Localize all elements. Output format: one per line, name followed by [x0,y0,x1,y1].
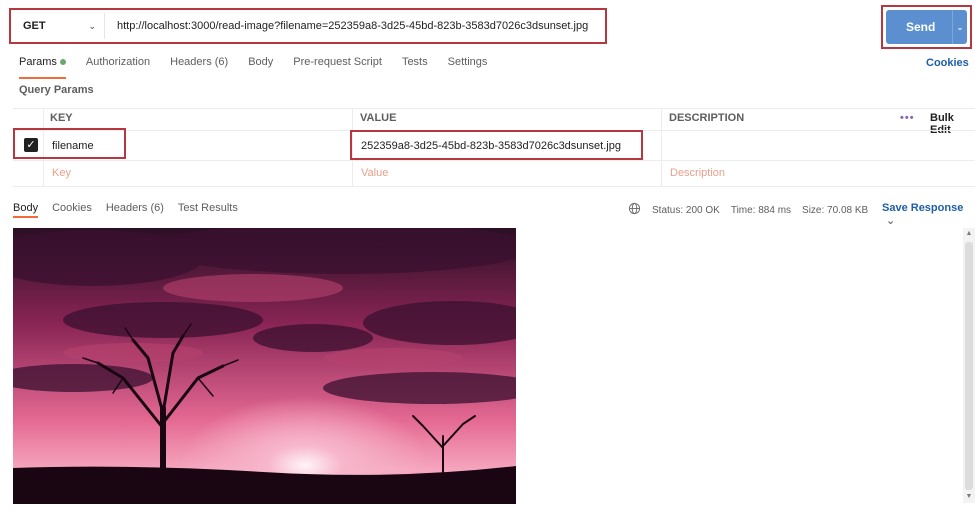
query-params-title: Query Params [19,84,94,96]
resp-tab-cookies[interactable]: Cookies [52,202,92,214]
chevron-down-icon: ⌄ [88,20,96,31]
cookies-link[interactable]: Cookies [926,57,969,69]
tab-pre-request-script[interactable]: Pre-request Script [293,56,382,76]
tab-body[interactable]: Body [248,56,273,76]
url-bar: GET ⌄ http://localhost:3000/read-image?f… [9,8,607,44]
more-options-icon[interactable]: ••• [900,112,915,124]
tab-authorization[interactable]: Authorization [86,56,150,76]
status-text: Status: 200 OK [652,204,720,216]
response-status-bar: Status: 200 OK Time: 884 ms Size: 70.08 … [628,202,879,218]
col-divider [661,108,662,186]
params-active-dot-icon [59,59,66,66]
scroll-up-icon[interactable]: ▲ [963,228,975,240]
key-column-header: KEY [50,112,73,124]
tab-settings[interactable]: Settings [448,56,488,76]
value-placeholder[interactable]: Value [361,167,388,179]
key-placeholder[interactable]: Key [52,167,71,179]
time-text: Time: 884 ms [730,204,792,216]
scroll-thumb[interactable] [965,242,973,490]
table-row-divider [13,160,975,161]
resp-tab-headers[interactable]: Headers (6) [106,202,164,214]
method-label: GET [23,20,46,32]
url-input[interactable]: http://localhost:3000/read-image?filenam… [105,20,588,32]
param-key[interactable]: filename [52,140,94,152]
response-image [0,222,543,504]
scroll-down-icon[interactable]: ▼ [963,491,975,503]
size-text: Size: 70.08 KB [802,204,869,216]
param-value[interactable]: 252359a8-3d25-45bd-823b-3583d7026c3dsuns… [361,140,621,152]
table-bottom-divider [13,186,975,187]
method-select[interactable]: GET ⌄ [11,13,105,39]
tab-params-label: Params [19,56,57,68]
send-button-wrapper: Send ⌄ [881,5,972,49]
resp-tab-body[interactable]: Body [13,202,39,218]
save-response-label: Save Response [882,202,964,214]
send-button[interactable]: Send ⌄ [886,10,967,44]
response-tabs: Body Cookies Headers (6) Test Results [13,202,252,218]
params-table-header: KEY VALUE DESCRIPTION ••• Bulk Edit [0,110,975,136]
send-dropdown-chevron-icon[interactable]: ⌄ [952,10,967,44]
tab-tests[interactable]: Tests [402,56,428,76]
response-scrollbar[interactable]: ▲ ▼ [963,228,975,503]
resp-tab-test-results[interactable]: Test Results [178,202,238,214]
chevron-down-icon: ⌄ [886,215,896,227]
globe-icon[interactable] [628,202,641,218]
tab-headers[interactable]: Headers (6) [170,56,228,76]
request-tabs: Params Authorization Headers (6) Body Pr… [19,56,507,79]
table-top-divider [13,108,975,109]
save-response-button[interactable]: Save Response ⌄ [882,202,975,227]
checkbox-checked-icon[interactable]: ✓ [24,138,38,152]
send-label: Send [906,20,936,34]
value-column-header: VALUE [360,112,397,124]
description-column-header: DESCRIPTION [669,112,745,124]
description-placeholder[interactable]: Description [670,167,725,179]
bulk-edit-link[interactable]: Bulk Edit [930,112,975,136]
tab-params[interactable]: Params [19,56,66,79]
